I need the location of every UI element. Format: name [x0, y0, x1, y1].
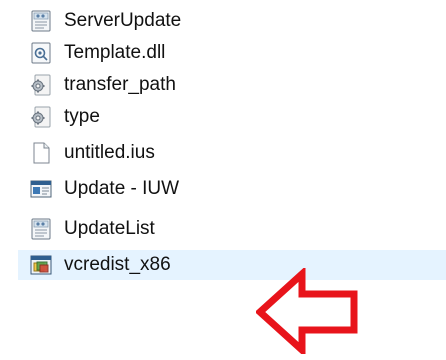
file-name: type — [64, 106, 100, 127]
file-item-type[interactable]: type — [18, 102, 100, 132]
file-item-transfer-path[interactable]: transfer_path — [18, 70, 176, 100]
file-item-serverupdate[interactable]: ServerUpdate — [18, 6, 181, 36]
dll-file-icon — [28, 40, 54, 66]
file-name: ServerUpdate — [64, 10, 182, 31]
config-file-icon — [28, 8, 54, 34]
file-name: Template.dll — [64, 42, 166, 63]
blank-file-icon — [28, 140, 54, 166]
file-list: ServerUpdate Template.dll transfer_path … — [0, 0, 446, 360]
file-name: transfer_path — [64, 74, 176, 95]
file-item-updatelist[interactable]: UpdateList — [18, 214, 155, 244]
file-name: vcredist_x86 — [64, 254, 171, 275]
file-item-untitled-ius[interactable]: untitled.ius — [18, 138, 155, 168]
file-item-template-dll[interactable]: Template.dll — [18, 38, 165, 68]
file-name: UpdateList — [64, 218, 155, 239]
file-name: Update - IUW — [64, 178, 180, 199]
installer-icon — [28, 252, 54, 278]
red-arrow-annotation — [256, 268, 358, 354]
file-name: untitled.ius — [64, 142, 155, 163]
system-file-icon — [28, 72, 54, 98]
config-file-icon — [28, 216, 54, 242]
application-window-icon — [28, 176, 54, 202]
system-file-icon — [28, 104, 54, 130]
file-item-update-iuw[interactable]: Update - IUW — [18, 174, 179, 204]
file-item-vcredist-x86[interactable]: vcredist_x86 — [18, 250, 446, 280]
